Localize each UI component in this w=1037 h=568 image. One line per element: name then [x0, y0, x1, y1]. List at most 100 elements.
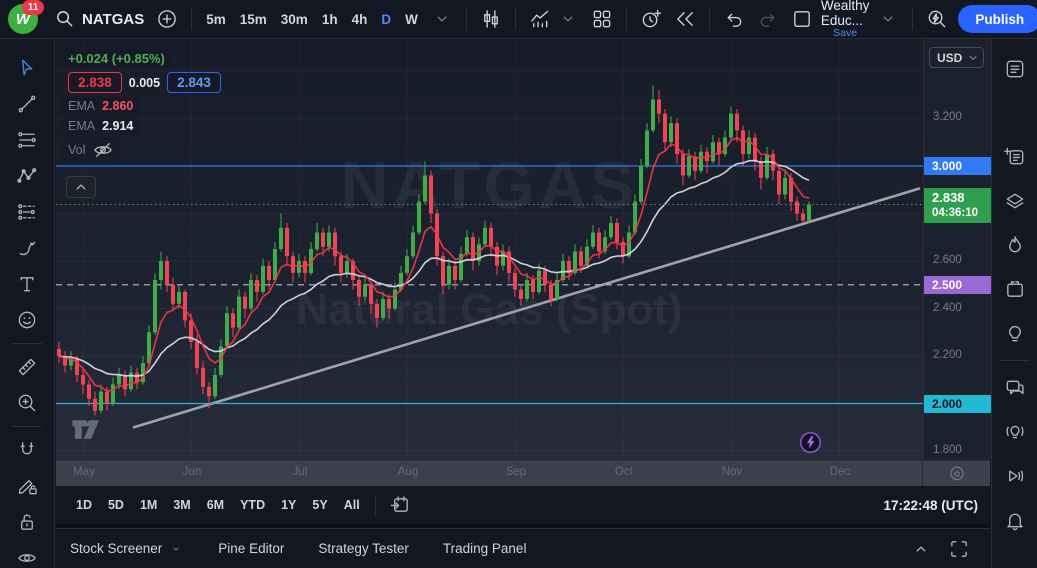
panel-chat[interactable] — [996, 366, 1034, 410]
tool-magnet[interactable] — [8, 432, 46, 468]
symbol-search-button[interactable]: NATGAS — [48, 5, 150, 33]
tool-zoom-in[interactable] — [8, 385, 46, 421]
chart-style-button[interactable] — [474, 5, 508, 33]
quick-search-button[interactable] — [920, 5, 954, 33]
toolbar-separator — [912, 8, 913, 30]
fullscreen-icon[interactable] — [948, 538, 970, 560]
range-6M[interactable]: 6M — [199, 494, 232, 516]
panel-hotlists[interactable] — [996, 223, 1034, 267]
panel-alerts[interactable] — [996, 91, 1034, 135]
panel-object-tree[interactable] — [996, 179, 1034, 223]
range-1Y[interactable]: 1Y — [273, 494, 304, 516]
tool-fib-retracement[interactable] — [8, 122, 46, 158]
tool-text[interactable] — [8, 266, 46, 302]
interval-W[interactable]: W — [398, 5, 425, 33]
gear-icon[interactable] — [946, 463, 968, 485]
minds-icon — [1004, 421, 1026, 443]
interval-15m[interactable]: 15m — [233, 5, 274, 33]
panel-watchlist[interactable] — [996, 47, 1034, 91]
range-5Y[interactable]: 5Y — [304, 494, 335, 516]
interval-expand-button[interactable] — [425, 5, 459, 33]
indicator-value: 2.860 — [102, 99, 133, 113]
grid-layout-icon — [591, 8, 613, 30]
toolbar-separator — [515, 8, 516, 30]
buy-price-button[interactable]: 2.843 — [167, 72, 221, 93]
footer-tab-trading-panel[interactable]: Trading Panel — [443, 541, 527, 556]
indicator-row-ema-fast[interactable]: EMA 2.860 — [62, 97, 139, 115]
save-label[interactable]: Save — [833, 28, 857, 39]
redo-button[interactable] — [751, 5, 785, 33]
panel-streams[interactable] — [996, 454, 1034, 498]
chevron-up-icon — [70, 176, 92, 198]
layout-title[interactable]: Wealthy Educ... Save — [821, 0, 870, 39]
toolbar-divider — [12, 426, 42, 427]
tool-drawing-lock[interactable] — [8, 468, 46, 504]
interval-1h[interactable]: 1h — [315, 5, 345, 33]
panel-notifications[interactable] — [996, 498, 1034, 542]
search-icon — [54, 8, 76, 30]
panel-notes[interactable] — [996, 135, 1034, 179]
clock[interactable]: 17:22:48 (UTC) — [883, 498, 978, 513]
undo-button[interactable] — [717, 5, 751, 33]
footer-tab-strategy-tester[interactable]: Strategy Tester — [318, 541, 409, 556]
range-1D[interactable]: 1D — [68, 494, 100, 516]
indicator-row-ema-slow[interactable]: EMA 2.914 — [62, 117, 139, 135]
watchlist-icon — [1004, 58, 1026, 80]
bar-replay-button[interactable] — [668, 5, 702, 33]
range-3M[interactable]: 3M — [165, 494, 198, 516]
layout-select-button[interactable] — [785, 5, 819, 33]
range-1M[interactable]: 1M — [132, 494, 165, 516]
interval-D[interactable]: D — [374, 5, 398, 33]
price-scale[interactable]: USD 3.2002.6002.4002.2001.8003.0002.5002… — [923, 39, 991, 460]
tool-lock-all[interactable] — [8, 504, 46, 540]
chart-pane[interactable]: NATGAS Natural Gas (Spot) +0.024 (+0.85%… — [56, 39, 923, 460]
range-All[interactable]: All — [336, 494, 368, 516]
panel-minds[interactable] — [996, 410, 1034, 454]
indicators-expand-button[interactable] — [551, 5, 585, 33]
interval-30m[interactable]: 30m — [274, 5, 315, 33]
tool-brush[interactable] — [8, 230, 46, 266]
notes-icon — [1004, 146, 1026, 168]
price-tick: 2.200 — [933, 349, 962, 361]
tool-emoji[interactable] — [8, 302, 46, 338]
layout-grid-button[interactable] — [585, 5, 619, 33]
streams-icon — [1004, 465, 1026, 487]
publish-button[interactable]: Publish — [958, 5, 1037, 33]
legend-collapse-button[interactable] — [66, 176, 96, 198]
sell-price-button[interactable]: 2.838 — [68, 72, 122, 93]
spread-value: 0.005 — [129, 76, 160, 90]
create-alert-button[interactable] — [634, 5, 668, 33]
instant-order-badge[interactable] — [799, 431, 822, 457]
panel-ideas[interactable] — [996, 311, 1034, 355]
tool-trend-line[interactable] — [8, 86, 46, 122]
month-label: Sep — [499, 466, 533, 478]
range-5D[interactable]: 5D — [100, 494, 132, 516]
footer-tab-stock-screener[interactable]: Stock Screener — [70, 541, 184, 557]
last-price: 2.838 — [932, 190, 991, 206]
currency-dropdown[interactable]: USD — [929, 47, 984, 68]
tool-hide-all[interactable] — [8, 540, 46, 568]
time-axis[interactable]: MayJunJulAugSepOctNovDec — [56, 460, 990, 486]
chevron-down-icon — [877, 8, 899, 30]
user-avatar[interactable]: W 11 — [8, 4, 38, 34]
chart-region: NATGAS Natural Gas (Spot) +0.024 (+0.85%… — [56, 39, 990, 568]
chevron-down-icon — [168, 541, 184, 557]
panel-calendar[interactable] — [996, 267, 1034, 311]
price-tick: 1.800 — [933, 444, 962, 456]
interval-group: 5m15m30m1h4hDW — [199, 5, 425, 33]
tool-forecast[interactable] — [8, 194, 46, 230]
eye-off-icon[interactable] — [92, 139, 114, 161]
indicator-row-volume[interactable]: Vol — [62, 137, 120, 163]
layout-expand-button[interactable] — [871, 5, 905, 33]
tool-xabcd-pattern[interactable] — [8, 158, 46, 194]
tool-ruler[interactable] — [8, 349, 46, 385]
footer-tab-pine-editor[interactable]: Pine Editor — [218, 541, 284, 556]
tradingview-logo[interactable] — [68, 419, 104, 443]
panel-expand-icon[interactable] — [910, 538, 932, 560]
compare-add-button[interactable] — [150, 5, 184, 33]
interval-4h[interactable]: 4h — [345, 5, 375, 33]
range-YTD[interactable]: YTD — [232, 494, 273, 516]
goto-date-button[interactable] — [383, 491, 417, 519]
interval-5m[interactable]: 5m — [199, 5, 233, 33]
tool-cursor[interactable] — [8, 50, 46, 86]
